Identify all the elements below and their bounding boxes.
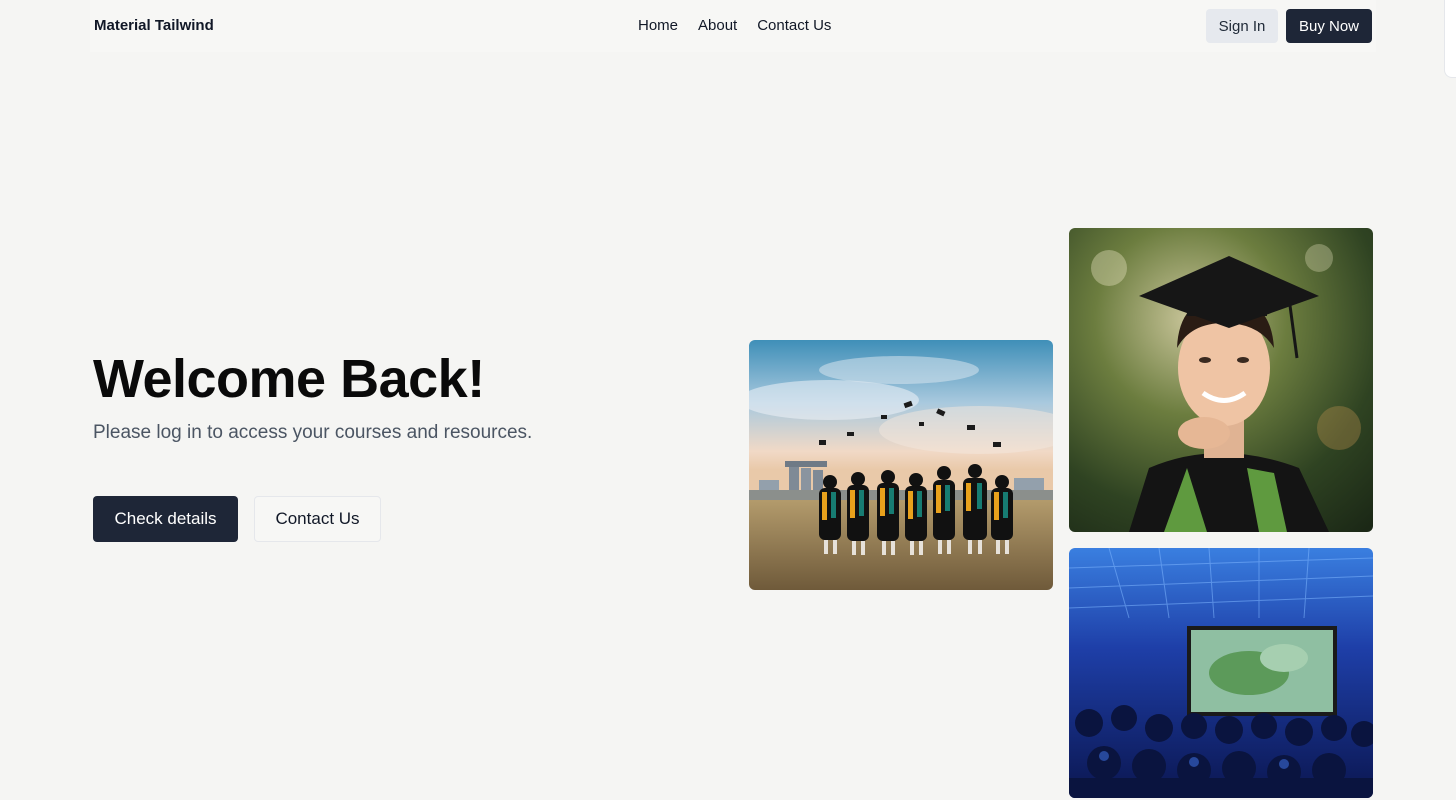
check-details-button[interactable]: Check details bbox=[93, 496, 238, 542]
brand-logo[interactable]: Material Tailwind bbox=[94, 17, 214, 34]
hero-title: Welcome Back! bbox=[93, 349, 485, 409]
nav-link-about[interactable]: About bbox=[698, 17, 737, 34]
navbar: Material Tailwind Home About Contact Us … bbox=[90, 0, 1376, 52]
nav-link-contact-us[interactable]: Contact Us bbox=[757, 17, 831, 34]
nav-links: Home About Contact Us bbox=[638, 17, 831, 34]
nav-link-home[interactable]: Home bbox=[638, 17, 678, 34]
edge-panel bbox=[1444, 0, 1456, 78]
hero-subtitle: Please log in to access your courses and… bbox=[93, 422, 533, 443]
lecture-hall-photo bbox=[1069, 548, 1373, 798]
contact-us-button[interactable]: Contact Us bbox=[254, 496, 381, 542]
sign-in-button[interactable]: Sign In bbox=[1206, 9, 1278, 43]
graduate-portrait-photo bbox=[1069, 228, 1373, 532]
buy-now-button[interactable]: Buy Now bbox=[1286, 9, 1372, 43]
graduates-throwing-caps-photo bbox=[749, 340, 1053, 590]
